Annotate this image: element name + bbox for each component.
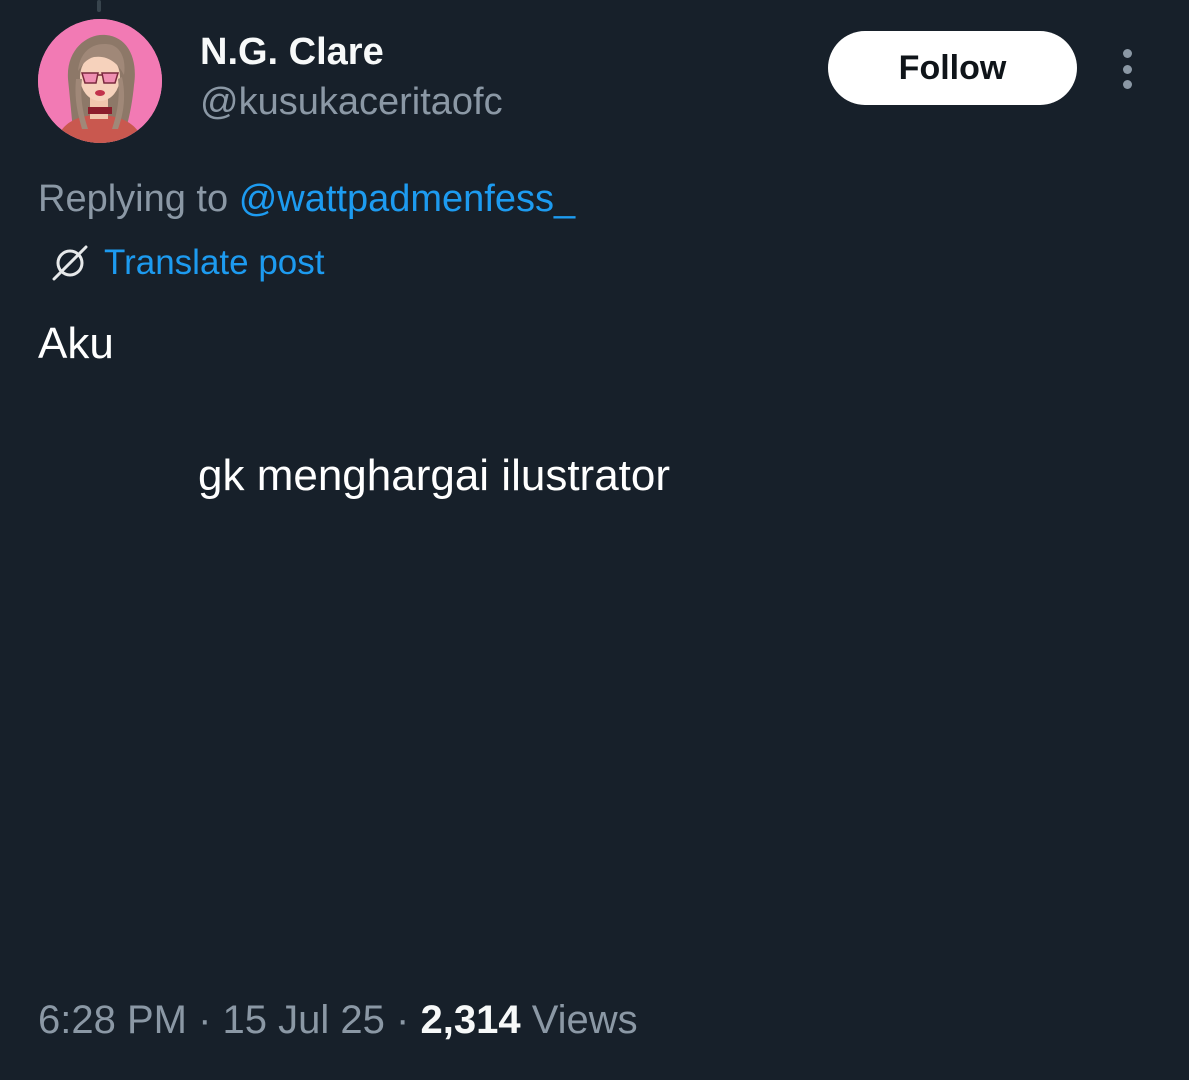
views-label: Views	[531, 998, 638, 1042]
avatar[interactable]	[38, 19, 162, 143]
translate-post-link[interactable]: Translate post	[50, 243, 324, 283]
post-metadata: 6:28 PM · 15 Jul 25 · 2,314 Views	[38, 996, 638, 1044]
translate-post-label: Translate post	[104, 243, 325, 282]
post-text-line-2: gk menghargai ilustrator	[198, 451, 671, 500]
post-date[interactable]: 15 Jul 25	[223, 998, 385, 1042]
meta-separator: ·	[198, 998, 212, 1042]
avatar-illustration-icon	[38, 19, 162, 143]
follow-button[interactable]: Follow	[828, 31, 1077, 105]
post-time[interactable]: 6:28 PM	[38, 998, 187, 1042]
post-text-line-1: Aku	[38, 319, 114, 368]
more-options-dot	[1122, 64, 1132, 74]
more-options-icon[interactable]	[1110, 44, 1144, 94]
replying-to-prefix: Replying to	[38, 178, 229, 220]
meta-separator: ·	[396, 998, 410, 1042]
more-options-dot	[1122, 80, 1132, 89]
author-handle[interactable]: @kusukaceritaofc	[200, 80, 503, 124]
translate-icon	[50, 243, 90, 283]
more-options-dot	[1122, 49, 1132, 58]
views-count: 2,314	[420, 998, 521, 1042]
replying-to-mention-link[interactable]: @wattpadmenfess_	[239, 178, 575, 220]
replying-to-line: Replying to @wattpadmenfess_	[38, 176, 575, 222]
author-display-name[interactable]: N.G. Clare	[200, 30, 384, 74]
thread-connector-line	[97, 0, 101, 12]
